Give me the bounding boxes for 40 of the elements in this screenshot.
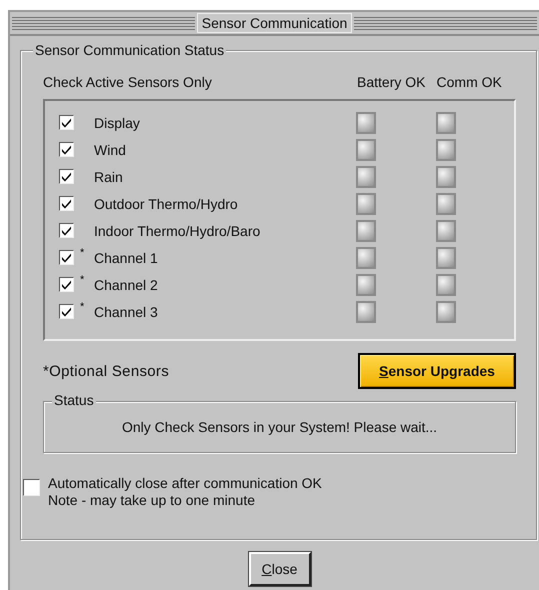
checkmark-icon — [61, 306, 72, 317]
optional-note: *Optional Sensors — [43, 362, 170, 380]
checkbox[interactable] — [59, 169, 74, 184]
sensor-name: Channel 3 — [94, 304, 159, 320]
checkmark-icon — [61, 252, 72, 263]
checkmark-icon — [61, 198, 72, 209]
group-title: Sensor Communication Status — [33, 42, 226, 58]
checkbox-label: Automatically close after communication OK — [48, 475, 322, 492]
close-button[interactable]: Close — [248, 552, 310, 586]
sensor-upgrades-button[interactable]: Sensor Upgrades — [358, 353, 516, 389]
checkmark-icon — [61, 171, 72, 182]
checkbox[interactable] — [23, 479, 40, 496]
sensor-name: Indoor Thermo/Hydro/Baro — [94, 222, 262, 238]
window-title: Sensor Communication — [196, 13, 352, 33]
checkbox[interactable] — [59, 223, 74, 238]
checkbox[interactable] — [59, 304, 74, 319]
checkbox[interactable] — [59, 250, 74, 265]
sensor-name: Display — [94, 114, 141, 130]
checkmark-icon — [61, 144, 72, 155]
status-title: Status — [52, 392, 96, 408]
sensor-name: Channel 1 — [94, 250, 159, 266]
optional-marker: * — [79, 301, 86, 313]
sensor-name: Channel 2 — [94, 276, 159, 292]
column-header: Comm OK — [436, 74, 503, 90]
optional-marker: * — [79, 247, 86, 259]
status-message: Only Check Sensors in your System! Please wait... — [122, 419, 438, 435]
checkbox[interactable] — [59, 142, 74, 157]
checkmark-icon — [61, 225, 72, 236]
checkbox[interactable] — [59, 115, 74, 130]
checkbox[interactable] — [59, 277, 74, 292]
sensor-name: Outdoor Thermo/Hydro — [94, 196, 239, 212]
optional-marker: * — [79, 274, 86, 286]
column-header: Check Active Sensors Only — [43, 74, 213, 90]
sensor-name: Wind — [94, 142, 127, 158]
checkbox[interactable] — [59, 196, 74, 211]
sensor-name: Rain — [94, 168, 124, 184]
note-text: Note - may take up to one minute — [48, 492, 256, 509]
checkmark-icon — [61, 117, 72, 128]
checkmark-icon — [61, 279, 72, 290]
column-header: Battery OK — [357, 74, 426, 90]
